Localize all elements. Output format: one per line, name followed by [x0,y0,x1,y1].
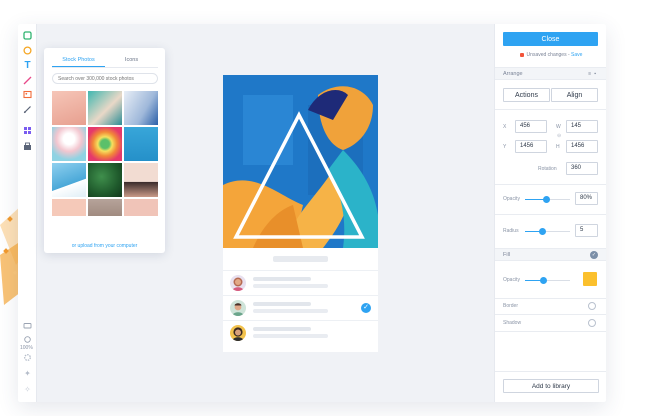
sparkle-icon[interactable]: ✦ [22,368,33,379]
unsaved-dot-icon [519,52,524,57]
stock-photo-search-input[interactable] [52,73,158,84]
fill-enabled-check-icon[interactable]: ✓ [590,251,598,259]
arrange-icons: ≡▪ [588,71,599,77]
align-button[interactable]: Align [551,88,598,102]
photo-thumbnail[interactable] [124,163,158,197]
hero-image[interactable] [223,75,378,248]
opacity-slider-fill [525,199,545,200]
pen-tool-icon[interactable] [22,104,33,115]
avatar [230,325,246,341]
photo-grid [52,91,158,216]
opacity-label: Opacity [503,196,520,202]
selected-check-icon[interactable]: ✓ [361,303,371,313]
opacity-input[interactable]: 80% [575,192,598,205]
photo-thumbnail[interactable] [52,91,86,125]
x-label: X [503,124,507,130]
x-input[interactable]: 456 [515,120,547,133]
border-toggle[interactable] [588,302,596,310]
zoom-level: 100% [20,345,33,351]
rotation-label: Rotation [538,166,557,172]
upload-link[interactable]: or upload from your computer [44,243,165,249]
photo-thumbnail[interactable] [88,199,122,216]
avatar [230,300,246,316]
photo-thumbnail[interactable] [124,127,158,161]
y-input[interactable]: 1456 [515,140,547,153]
zoom-icon[interactable] [22,334,33,345]
text-placeholder [253,277,311,281]
shadow-toggle[interactable] [588,319,596,327]
text-placeholder [253,334,328,338]
radius-input[interactable]: 5 [575,224,598,237]
photo-thumbnail[interactable] [52,163,86,197]
divider [495,214,606,215]
settings-icon[interactable] [22,352,33,363]
photo-thumbnail[interactable] [52,199,86,216]
divider [495,331,606,332]
photo-thumbnail[interactable] [124,91,158,125]
text-placeholder [253,327,311,331]
rotation-input[interactable]: 360 [566,162,598,175]
fill-label: Fill [503,252,511,258]
photo-thumbnail[interactable] [124,199,158,216]
image-tool-icon[interactable] [22,89,33,100]
height-input[interactable]: 1456 [566,140,598,153]
shape-tool-icon[interactable] [22,30,33,41]
keyboard-icon[interactable] [22,320,33,331]
actions-button[interactable]: Actions [503,88,550,102]
text-placeholder [253,302,311,306]
w-label: W [556,124,561,130]
photo-thumbnail[interactable] [88,127,122,161]
divider [495,314,606,315]
link-dimensions-icon[interactable]: ⊖ [557,133,561,139]
circle-tool-icon[interactable] [22,45,33,56]
inspector-panel: Close Unsaved changes - Save Arrange ≡▪ … [494,24,606,402]
fill-opacity-slider-knob[interactable] [540,277,547,284]
caption-placeholder [273,256,328,262]
library-icon[interactable] [22,141,33,152]
unsaved-status: Unsaved changes - Save [495,52,606,58]
lock-icon[interactable]: ▪ [594,71,599,77]
tab-stock-photos[interactable]: Stock Photos [52,54,105,67]
arrange-label: Arrange [503,71,523,77]
opacity-slider-knob[interactable] [543,196,550,203]
left-toolbar: T 100% ✦ ✧ [18,24,37,402]
h-label: H [556,144,560,150]
divider [495,298,606,299]
y-label: Y [503,144,507,150]
list-item[interactable] [223,270,378,295]
artboard[interactable]: ✓ [223,75,378,352]
fill-opacity-label: Opacity [503,277,520,283]
add-to-library-button[interactable]: Add to library [503,379,599,393]
components-icon[interactable] [22,125,33,136]
width-input[interactable]: 145 [566,120,598,133]
avatar [230,275,246,291]
close-button[interactable]: Close [503,32,598,46]
unsaved-text: Unsaved changes - [526,52,572,58]
list-item[interactable]: ✓ [223,295,378,320]
tab-icons[interactable]: Icons [105,54,158,67]
photo-thumbnail[interactable] [52,127,86,161]
text-placeholder [253,284,328,288]
stock-photos-panel: Stock Photos Icons or upload from your c… [44,48,165,253]
radius-slider-knob[interactable] [539,228,546,235]
editor-window: T 100% ✦ ✧ Stock Photos Icons Search ove… [18,24,606,402]
divider [495,109,606,110]
border-label: Border [503,303,519,309]
line-tool-icon[interactable] [22,75,33,86]
save-link[interactable]: Save [571,52,582,58]
star-icon[interactable]: ✧ [22,384,33,395]
shadow-label: Shadow [503,320,522,326]
text-placeholder [253,309,328,313]
radius-label: Radius [503,228,519,234]
photo-thumbnail[interactable] [88,163,122,197]
divider [495,184,606,185]
arrange-section-header: Arrange ≡▪ [495,67,606,80]
fill-color-swatch[interactable] [583,272,597,286]
photo-thumbnail[interactable] [88,91,122,125]
list-item[interactable] [223,320,378,345]
text-tool-icon[interactable]: T [22,60,33,71]
divider [495,371,606,372]
panel-tabs: Stock Photos Icons [52,54,158,68]
